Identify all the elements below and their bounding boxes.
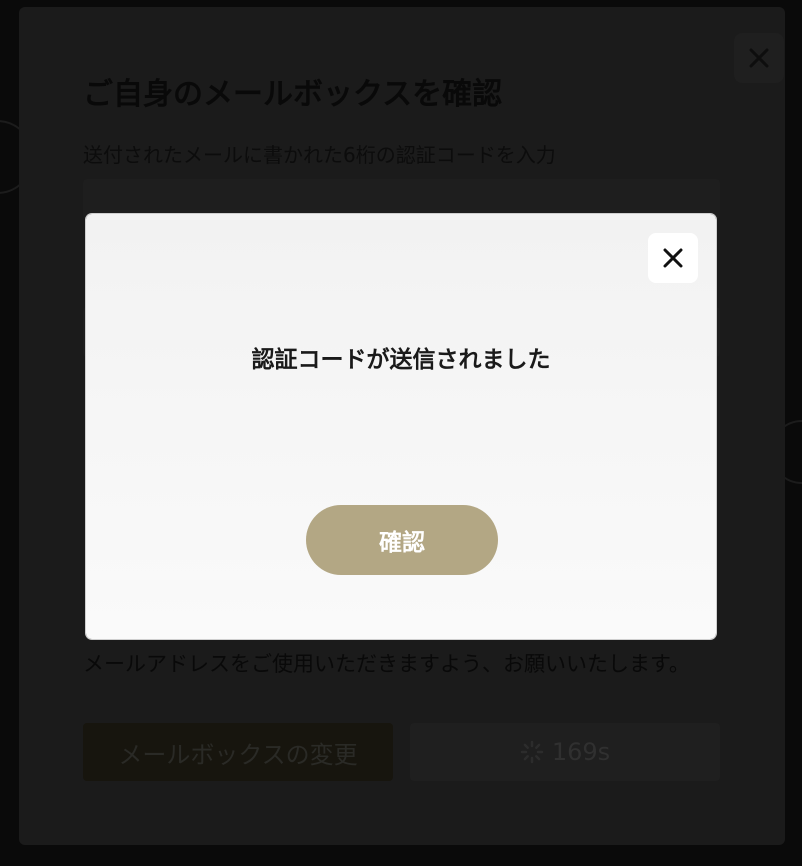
code-input[interactable]	[83, 179, 720, 219]
timer-label: 169s	[551, 738, 611, 766]
screen: ご自身のメールボックスを確認 送付されたメールに書かれた6桁の認証コードを入力 …	[0, 0, 802, 866]
code-sent-dialog: 認証コードが送信されました 確認	[86, 214, 716, 639]
modal-note: メールアドレスをご使用いただきますよう、お願いいたします。	[83, 652, 690, 676]
spinner-icon	[520, 740, 544, 764]
close-icon	[749, 48, 769, 68]
resend-timer-button[interactable]: 169s	[410, 723, 720, 781]
base-close-button[interactable]	[734, 33, 784, 83]
modal-subtitle: 送付されたメールに書かれた6桁の認証コードを入力	[83, 143, 556, 167]
change-mailbox-button[interactable]: メールボックスの変更	[83, 723, 393, 781]
modal-title: ご自身のメールボックスを確認	[83, 77, 503, 112]
dialog-message: 認証コードが送信されました	[251, 347, 551, 373]
confirm-button[interactable]: 確認	[306, 505, 498, 575]
close-icon	[663, 248, 683, 268]
dialog-close-button[interactable]	[648, 233, 698, 283]
